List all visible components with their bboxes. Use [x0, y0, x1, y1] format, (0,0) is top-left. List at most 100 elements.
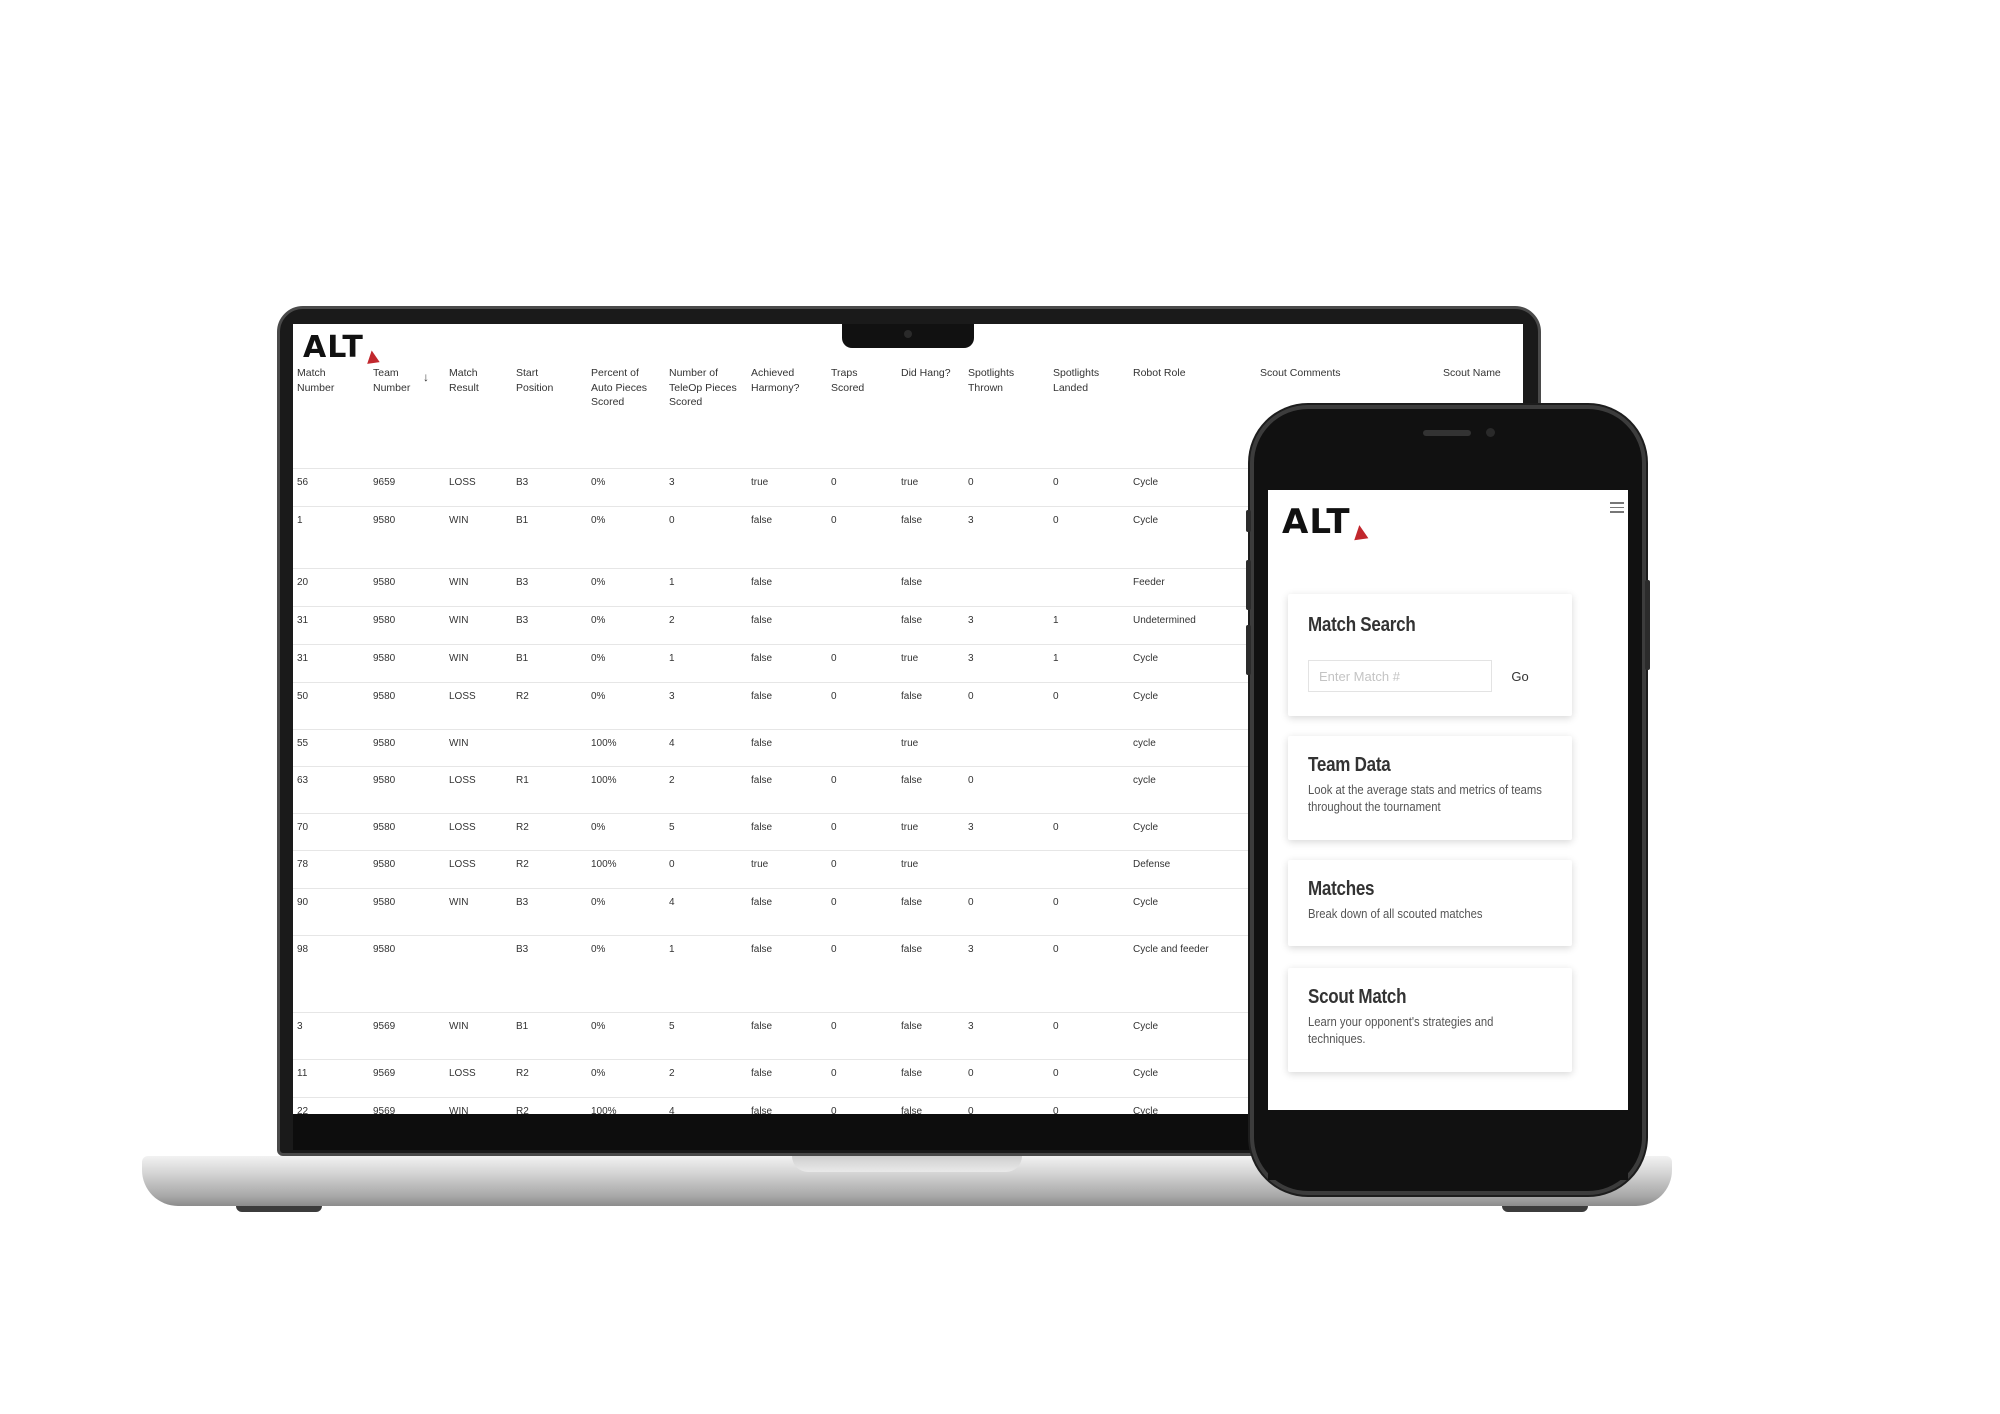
table-cell: 3	[669, 691, 675, 702]
column-header[interactable]: Match Result	[449, 366, 505, 395]
table-cell: 1	[297, 515, 303, 526]
table-cell: 0%	[591, 615, 606, 626]
logo-mark-icon: ▲	[1351, 520, 1370, 543]
laptop-foot-right	[1502, 1206, 1588, 1212]
table-cell: LOSS	[449, 775, 476, 786]
column-header[interactable]: Start Position	[516, 366, 578, 395]
table-cell: 3	[297, 1021, 303, 1032]
table-cell: 2	[669, 775, 675, 786]
table-cell: 0	[831, 944, 837, 955]
table-cell: false	[751, 1068, 773, 1079]
table-cell: B3	[516, 944, 529, 955]
column-header-label: Traps Scored	[831, 367, 865, 394]
table-cell: 11	[297, 1068, 308, 1079]
alt-logo[interactable]: ALT ▲	[1282, 502, 1370, 543]
table-cell: 9580	[373, 653, 396, 664]
table-cell: 9580	[373, 738, 396, 749]
column-header[interactable]: Spotlights Thrown	[968, 366, 1040, 395]
table-cell: false	[901, 515, 923, 526]
table-cell: WIN	[449, 653, 469, 664]
column-header-label: Number of TeleOp Pieces Scored	[669, 367, 737, 408]
sort-arrow-down-icon[interactable]: ↓	[423, 370, 429, 385]
table-cell: WIN	[449, 1106, 469, 1114]
column-header[interactable]: Percent of Auto Pieces Scored	[591, 366, 657, 410]
team-data-title: Team Data	[1308, 754, 1391, 776]
table-cell: 4	[669, 1106, 675, 1114]
table-cell: 0%	[591, 577, 606, 588]
column-header[interactable]: Number of TeleOp Pieces Scored	[669, 366, 743, 410]
table-cell: false	[901, 577, 923, 588]
table-cell: false	[901, 1106, 923, 1114]
table-cell: 9659	[373, 477, 396, 488]
table-cell: false	[751, 653, 773, 664]
team-data-description: Look at the average stats and metrics of…	[1308, 783, 1542, 814]
matches-card[interactable]: Matches Break down of all scouted matche…	[1288, 860, 1572, 946]
table-cell: 4	[669, 738, 675, 749]
table-cell: 0%	[591, 822, 606, 833]
column-header[interactable]: Scout Name	[1443, 366, 1503, 381]
column-header[interactable]: Achieved Harmony?	[751, 366, 821, 395]
table-cell: false	[751, 515, 773, 526]
phone-button-mute	[1246, 510, 1251, 532]
table-cell: R1	[516, 775, 529, 786]
table-cell: 0	[968, 1106, 974, 1114]
match-search-card: Match Search Go	[1288, 594, 1572, 716]
table-cell: 9580	[373, 577, 396, 588]
table-cell: R2	[516, 691, 529, 702]
table-cell: 2	[669, 1068, 675, 1079]
table-cell: 0	[968, 691, 974, 702]
table-cell: 100%	[591, 859, 617, 870]
column-header-label: Spotlights Thrown	[968, 367, 1015, 394]
table-cell: 5	[669, 822, 675, 833]
table-cell: 9580	[373, 775, 396, 786]
table-cell: 3	[968, 1021, 974, 1032]
table-cell: false	[751, 944, 773, 955]
match-number-input[interactable]	[1308, 660, 1492, 692]
column-header-label: Percent of Auto Pieces Scored	[591, 367, 648, 408]
column-header[interactable]: Traps Scored	[831, 366, 887, 395]
table-cell: 90	[297, 897, 309, 908]
go-button[interactable]: Go	[1500, 660, 1540, 692]
table-cell: 98	[297, 944, 309, 955]
hamburger-menu-icon[interactable]	[1610, 502, 1624, 516]
table-cell: 0%	[591, 1068, 606, 1079]
scout-match-card[interactable]: Scout Match Learn your opponent's strate…	[1288, 968, 1572, 1072]
table-cell: Cycle	[1133, 515, 1159, 526]
table-cell: WIN	[449, 615, 469, 626]
table-cell: false	[751, 691, 773, 702]
table-cell: 0	[968, 775, 974, 786]
table-cell: 0	[1053, 822, 1059, 833]
column-header[interactable]: Robot Role	[1133, 366, 1243, 381]
table-cell: 3	[669, 477, 675, 488]
column-header[interactable]: Team Number ↓	[373, 366, 429, 395]
table-cell: 9569	[373, 1068, 396, 1079]
table-cell: B1	[516, 1021, 529, 1032]
table-cell: 2	[669, 615, 675, 626]
phone-button-power	[1645, 580, 1650, 670]
table-cell: 100%	[591, 1106, 617, 1114]
table-cell: 0%	[591, 1021, 606, 1032]
table-cell: Cycle	[1133, 477, 1159, 488]
table-cell: 0	[1053, 897, 1059, 908]
table-cell: LOSS	[449, 859, 476, 870]
table-cell: R2	[516, 822, 529, 833]
table-cell: 20	[297, 577, 309, 588]
alt-logo[interactable]: ALT ▲	[303, 330, 381, 366]
table-cell: 0	[1053, 944, 1059, 955]
column-header[interactable]: Did Hang?	[901, 366, 953, 381]
column-header[interactable]: Scout Comments	[1260, 366, 1380, 381]
column-header[interactable]: Match Number	[297, 366, 359, 395]
table-cell: 1	[669, 577, 675, 588]
table-cell: Cycle	[1133, 1021, 1159, 1032]
column-header-label: Match Number	[297, 367, 335, 394]
team-data-card[interactable]: Team Data Look at the average stats and …	[1288, 736, 1572, 840]
table-cell: B1	[516, 515, 529, 526]
table-cell: LOSS	[449, 691, 476, 702]
table-cell: 1	[669, 653, 675, 664]
table-cell: 0	[831, 515, 837, 526]
column-header-label: Did Hang?	[901, 367, 951, 379]
table-cell: 56	[297, 477, 309, 488]
table-cell: 0%	[591, 477, 606, 488]
column-header-label: Match Result	[449, 367, 479, 394]
column-header[interactable]: Spotlights Landed	[1053, 366, 1123, 395]
